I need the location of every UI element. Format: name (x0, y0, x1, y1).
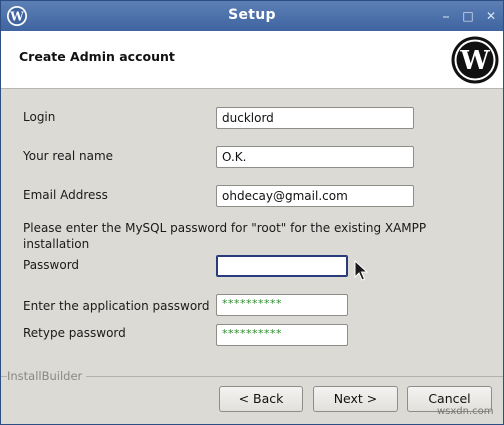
window-title: Setup (228, 7, 276, 23)
password-label: Password (23, 258, 80, 272)
watermark-text: wsxdn.com (437, 406, 494, 417)
setup-window: W Setup ⎯ □ ✕ Create Admin account W Log… (0, 0, 504, 425)
app-password-label: Enter the application password (23, 299, 210, 313)
email-input[interactable] (216, 185, 414, 207)
minimize-icon[interactable]: ⎯ (437, 7, 455, 25)
email-label: Email Address (23, 188, 108, 202)
retype-password-input[interactable]: ********** (216, 324, 348, 346)
login-input[interactable] (216, 107, 414, 129)
login-label: Login (23, 110, 56, 124)
maximize-icon[interactable]: □ (459, 7, 477, 25)
page-title: Create Admin account (19, 49, 175, 64)
installbuilder-brand: InstallBuilder (7, 369, 87, 383)
svg-text:W: W (459, 46, 490, 76)
app-password-input[interactable]: ********** (216, 294, 348, 316)
mysql-password-input[interactable] (216, 255, 348, 277)
retype-password-label: Retype password (23, 326, 126, 340)
page-header: Create Admin account W (1, 31, 503, 89)
title-bar[interactable]: W Setup ⎯ □ ✕ (1, 1, 503, 31)
mysql-password-note: Please enter the MySQL password for "roo… (23, 221, 427, 251)
next-button[interactable]: Next > (313, 386, 398, 412)
mouse-pointer-icon (354, 260, 368, 281)
wordpress-logo-icon: W (451, 36, 499, 84)
back-button[interactable]: < Back (219, 386, 303, 412)
real-name-input[interactable] (216, 146, 414, 168)
close-icon[interactable]: ✕ (482, 7, 500, 25)
real-name-label: Your real name (23, 149, 114, 163)
